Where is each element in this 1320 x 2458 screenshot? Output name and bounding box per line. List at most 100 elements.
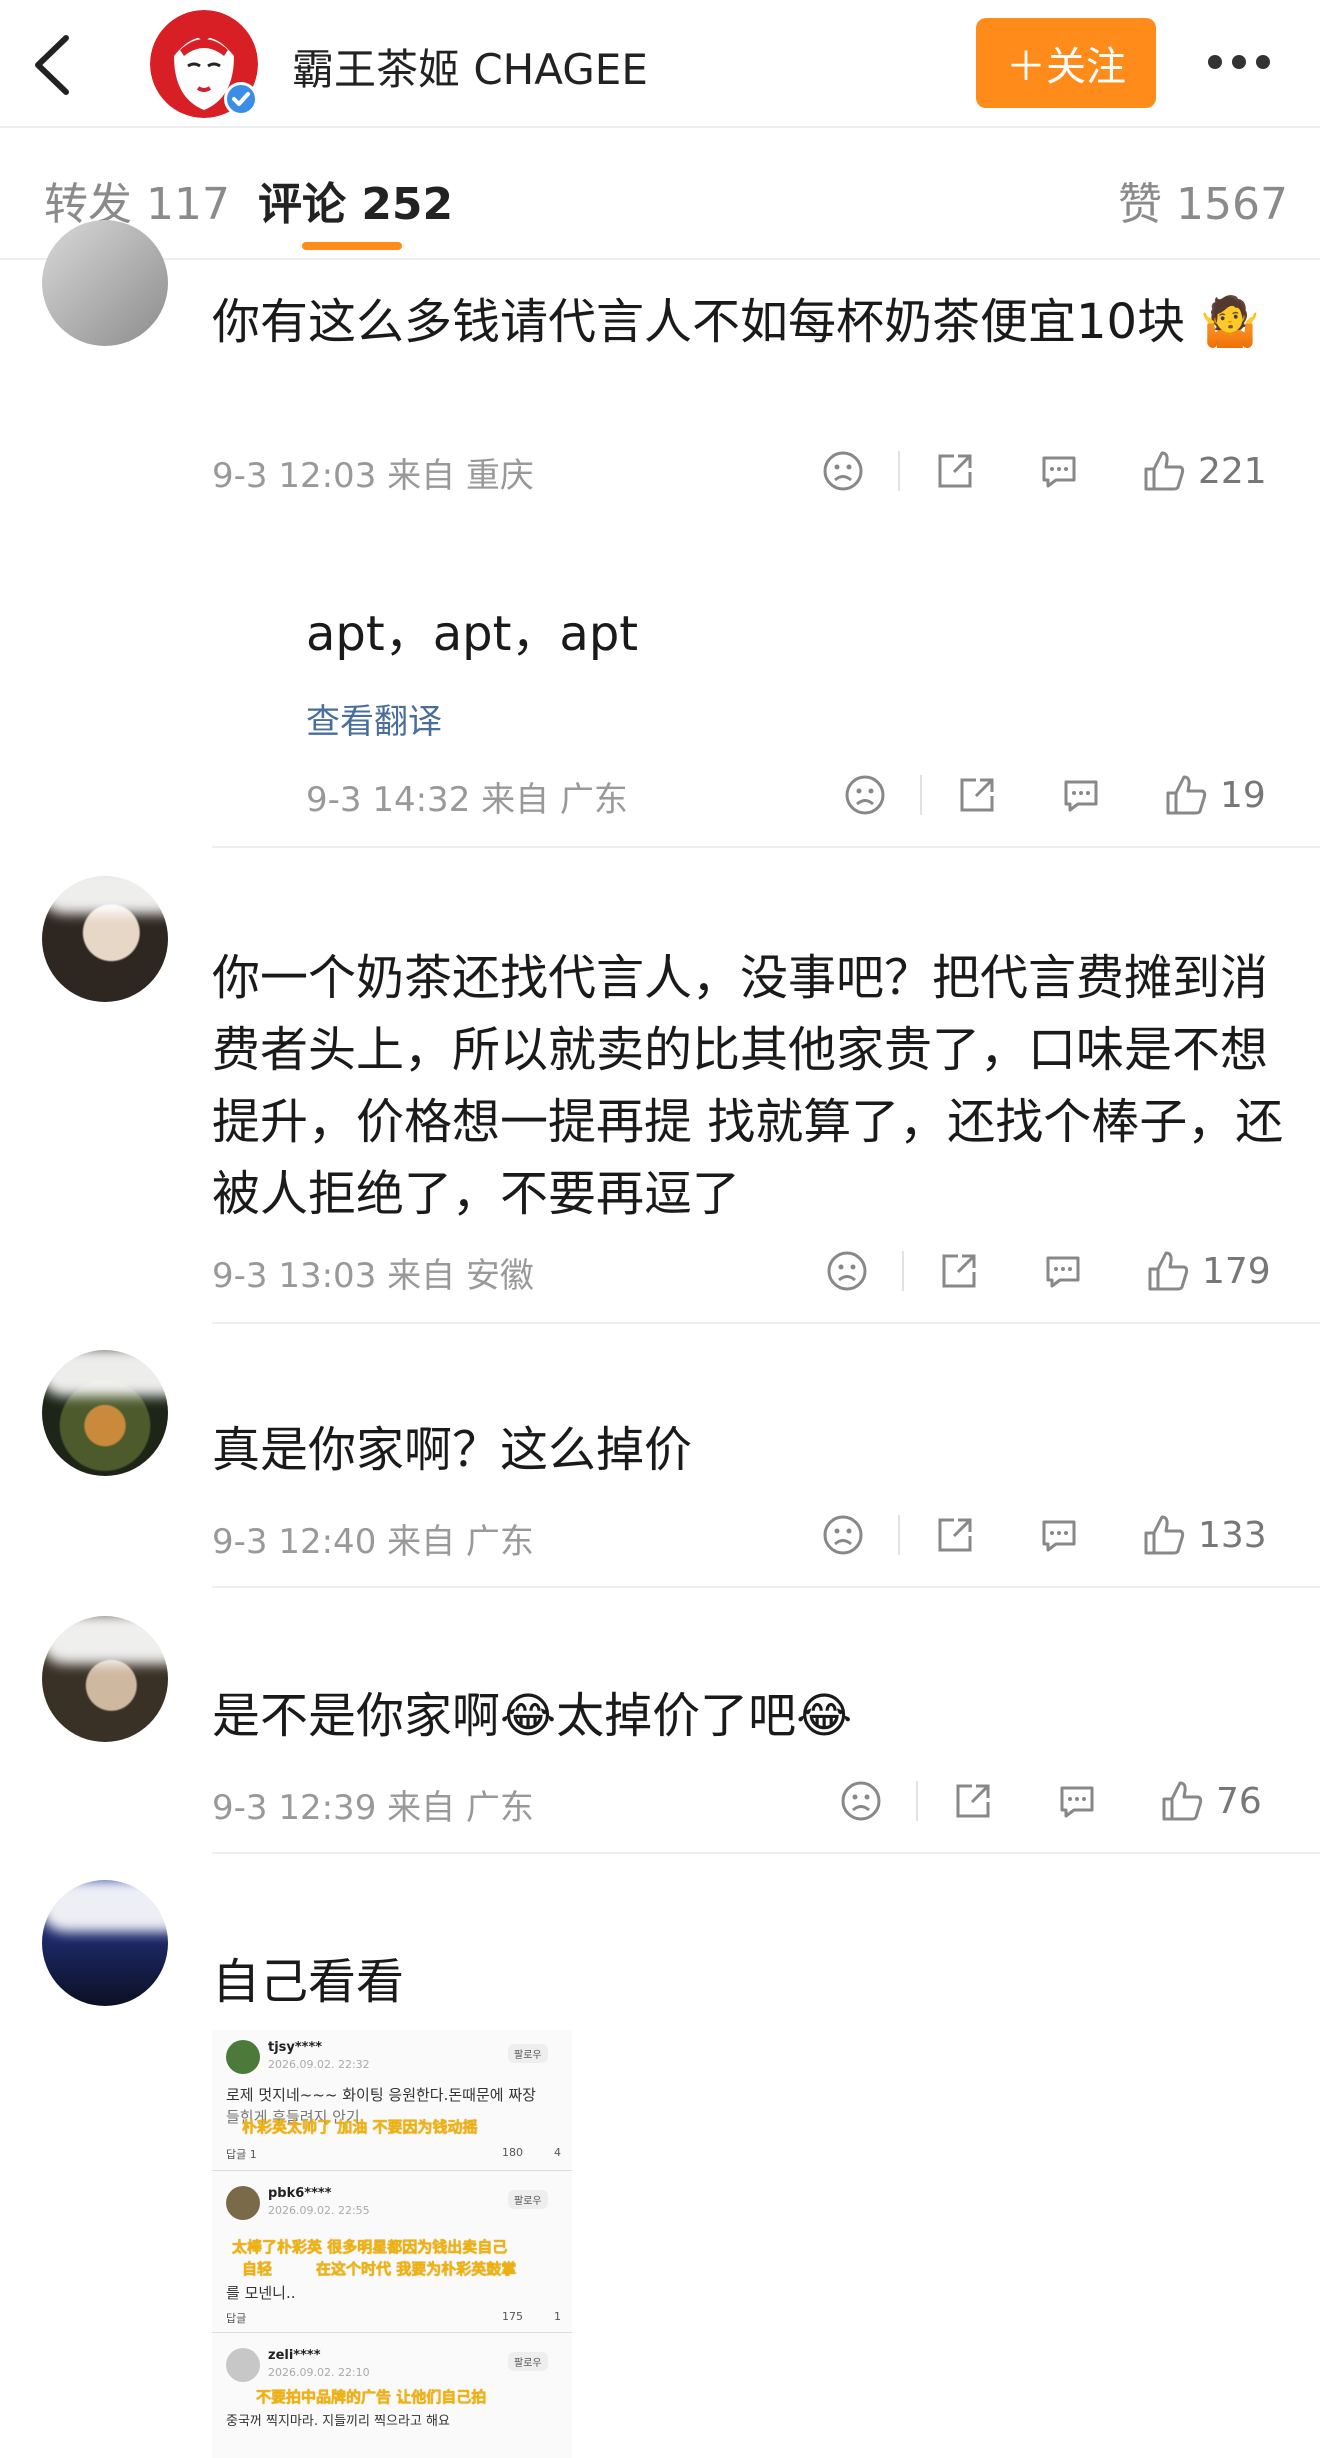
top-bar: 霸王茶姬 CHAGEE ＋关注 — [0, 0, 1320, 128]
embedded-username: pbk6**** — [268, 2186, 332, 2201]
frown-icon — [823, 1515, 863, 1555]
comment-text: apt，apt，apt — [306, 606, 639, 662]
attached-screenshot-image[interactable]: tjsy**** 2026.09.02. 22:32 팔로우 로제 멋지네~~~… — [212, 2030, 572, 2458]
divider — [920, 775, 922, 815]
divider — [902, 1251, 904, 1291]
dot-icon — [1208, 55, 1222, 69]
avatar — [226, 2186, 260, 2220]
comment-actions: 221 — [822, 446, 1267, 496]
share-button[interactable] — [956, 774, 998, 816]
dislike-button[interactable] — [840, 1780, 882, 1822]
avatar — [226, 2348, 260, 2382]
redaction-mask — [40, 866, 700, 914]
reply-button[interactable] — [1038, 450, 1080, 492]
share-button[interactable] — [934, 450, 976, 492]
share-icon — [960, 778, 994, 812]
comment-meta: 9-3 13:03 来自 安徽 — [212, 1256, 534, 1296]
embedded-caption: 自轻 — [242, 2260, 273, 2278]
like-count: 221 — [1198, 450, 1267, 492]
share-button[interactable] — [938, 1250, 980, 1292]
comment-actions: 133 — [822, 1510, 1267, 1560]
comment-actions: 76 — [840, 1776, 1262, 1826]
like-count: 179 — [1202, 1250, 1271, 1292]
share-button[interactable] — [952, 1780, 994, 1822]
share-icon — [956, 1784, 990, 1818]
verified-badge-icon — [224, 82, 258, 116]
embedded-text: 로제 멋지네~~~ 화이팅 응원한다.돈때문에 짜장 — [226, 2086, 536, 2104]
avatar[interactable] — [42, 220, 168, 346]
follow-button[interactable]: ＋关注 — [976, 18, 1156, 108]
comment-actions: 19 — [844, 770, 1266, 820]
thumbs-up-icon — [1162, 1781, 1203, 1821]
thumbs-up-icon — [1144, 1515, 1185, 1555]
comment-bubble-icon — [1060, 1786, 1094, 1818]
comment-bubble-icon — [1042, 456, 1076, 488]
tab-likes[interactable]: 赞 1567 — [1118, 168, 1288, 232]
reply-button[interactable] — [1056, 1780, 1098, 1822]
like-button[interactable]: 19 — [1164, 773, 1266, 817]
embedded-like-count: 180 — [502, 2146, 523, 2159]
back-button[interactable] — [26, 30, 82, 100]
chevron-left-icon — [35, 35, 69, 95]
reply-button[interactable] — [1042, 1250, 1084, 1292]
dot-icon — [1256, 55, 1270, 69]
comment-bubble-icon — [1064, 780, 1098, 812]
comment-bubble-icon — [1042, 1520, 1076, 1552]
embedded-caption: 不要拍中品牌的广告 让他们自己拍 — [256, 2388, 487, 2406]
like-count: 133 — [1198, 1514, 1267, 1556]
like-button[interactable]: 221 — [1142, 449, 1267, 493]
active-tab-indicator — [302, 242, 402, 250]
frown-icon — [823, 451, 863, 491]
comment-meta: 9-3 12:40 来自 广东 — [212, 1522, 534, 1562]
thumbs-up-icon — [1148, 1251, 1189, 1291]
embedded-dislike-count: 4 — [554, 2146, 561, 2159]
thumbs-up-icon — [1144, 451, 1185, 491]
embedded-caption: 太棒了朴彩英 很多明星都因为钱出卖自己 — [232, 2238, 508, 2256]
share-button[interactable] — [934, 1514, 976, 1556]
reply-button[interactable] — [1060, 774, 1102, 816]
embedded-username: tjsy**** — [268, 2040, 323, 2055]
divider — [212, 1322, 1320, 1324]
embedded-reply-count: 답글 — [226, 2312, 247, 2325]
more-options-button[interactable] — [1208, 44, 1278, 80]
divider — [212, 846, 1320, 848]
divider — [898, 451, 900, 491]
like-button[interactable]: 76 — [1160, 1779, 1262, 1823]
comment-text: 是不是你家啊😂太掉价了吧😂 — [212, 1688, 853, 1744]
embedded-date: 2026.09.02. 22:55 — [268, 2204, 370, 2217]
tab-comments[interactable]: 评论 252 — [258, 168, 453, 232]
comment-text: 你一个奶茶还找代言人，没事吧？把代言费摊到消费者头上，所以就卖的比其他家贵了，口… — [212, 950, 1284, 1222]
divider — [898, 1515, 900, 1555]
dislike-button[interactable] — [822, 1514, 864, 1556]
dislike-button[interactable] — [844, 774, 886, 816]
thumbs-up-icon — [1166, 775, 1207, 815]
account-name[interactable]: 霸王茶姬 CHAGEE — [292, 36, 648, 97]
comment-bubble-icon — [1046, 1256, 1080, 1288]
embedded-username: zeli**** — [268, 2348, 321, 2363]
embedded-dislike-count: 1 — [554, 2310, 561, 2323]
comment-text: 自己看看 — [212, 1954, 405, 2010]
divider — [212, 2170, 572, 2171]
embedded-caption: 在这个时代 我要为朴彩英鼓掌 — [316, 2260, 517, 2278]
embedded-caption: 朴彩英太帅了 加油 不要因为钱动摇 — [242, 2118, 478, 2136]
dislike-button[interactable] — [826, 1250, 868, 1292]
dislike-button[interactable] — [822, 450, 864, 492]
like-button[interactable]: 179 — [1146, 1249, 1271, 1293]
like-count: 19 — [1220, 774, 1266, 816]
frown-icon — [845, 775, 885, 815]
tab-repost[interactable]: 转发 117 — [44, 168, 230, 232]
embedded-follow-button: 팔로우 — [508, 2190, 548, 2209]
comment-text: 真是你家啊？这么掉价 — [212, 1422, 693, 1478]
share-icon — [938, 1518, 972, 1552]
comment-meta: 9-3 14:32 来自 广东 — [306, 780, 628, 820]
embedded-like-count: 175 — [502, 2310, 523, 2323]
like-button[interactable]: 133 — [1142, 1513, 1267, 1557]
reply-button[interactable] — [1038, 1514, 1080, 1556]
comment-text: 你有这么多钱请代言人不如每杯奶茶便宜10块 🤷 — [212, 294, 1261, 350]
redaction-mask — [40, 1880, 680, 1932]
dot-icon — [1232, 55, 1246, 69]
translate-link[interactable]: 查看翻译 — [306, 694, 442, 743]
divider — [212, 1852, 1320, 1854]
tab-bar: 转发 117 评论 252 赞 1567 — [0, 128, 1320, 260]
comment-meta: 9-3 12:39 来自 广东 — [212, 1788, 534, 1828]
